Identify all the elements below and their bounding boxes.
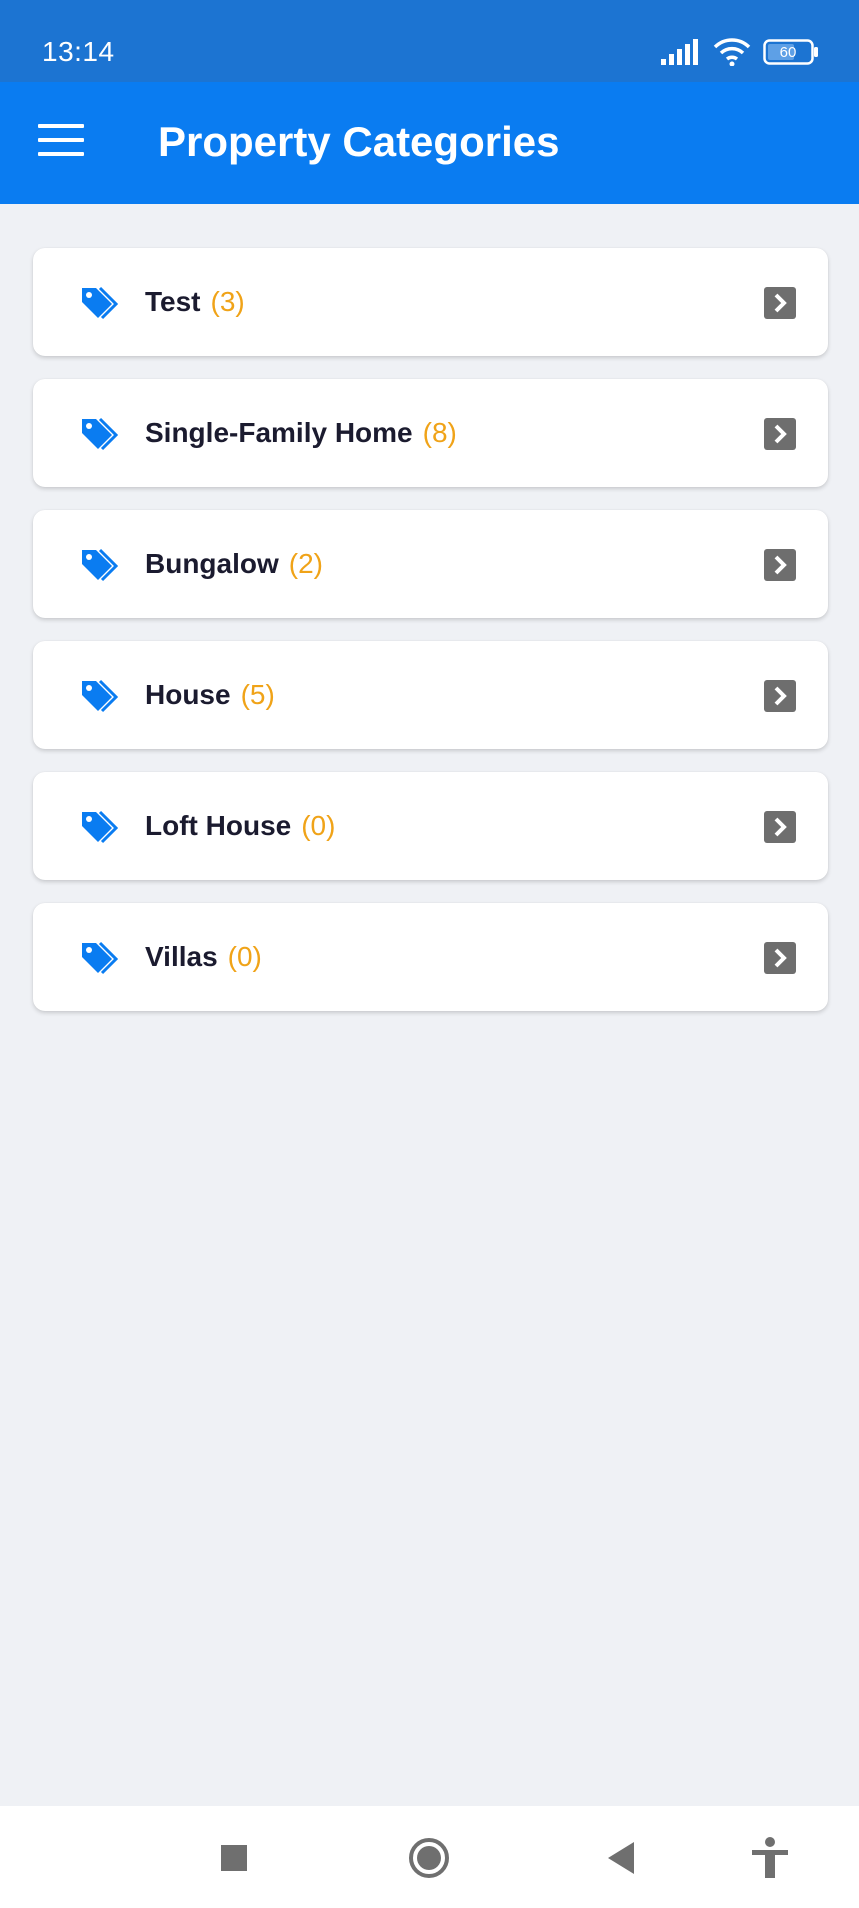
category-item-loft-house[interactable]: Loft House (0) (33, 772, 828, 880)
category-count: (3) (210, 286, 245, 317)
category-label: Test (3) (145, 286, 245, 318)
category-count: (0) (301, 810, 336, 841)
status-bar: 13:14 60 (0, 0, 859, 82)
category-item-house[interactable]: House (5) (33, 641, 828, 749)
category-name: Bungalow (145, 548, 279, 579)
page-title: Property Categories (158, 118, 560, 165)
status-time: 13:14 (42, 36, 115, 67)
category-count: (0) (227, 941, 262, 972)
wifi-icon (713, 38, 751, 66)
status-icons: 60 (661, 37, 819, 67)
category-name: Test (145, 286, 201, 317)
category-name: Single-Family Home (145, 417, 413, 448)
accessibility-icon[interactable] (748, 1836, 792, 1880)
category-item-villas[interactable]: Villas (0) (33, 903, 828, 1011)
battery-level: 60 (780, 44, 797, 61)
category-count: (8) (422, 417, 457, 448)
category-label: Bungalow (2) (145, 548, 323, 580)
category-item-test[interactable]: Test (3) (33, 248, 828, 356)
tag-icon (82, 679, 118, 713)
category-name: House (145, 679, 231, 710)
recents-square-icon[interactable] (212, 1836, 256, 1880)
tag-icon (82, 286, 118, 320)
tag-icon (82, 810, 118, 844)
signal-icon (661, 39, 698, 65)
chevron-right-icon (764, 418, 796, 450)
category-count: (2) (288, 548, 323, 579)
chevron-right-icon (764, 811, 796, 843)
system-nav-bar (0, 1806, 859, 1908)
category-name: Villas (145, 941, 218, 972)
chevron-right-icon (764, 287, 796, 319)
category-name: Loft House (145, 810, 292, 841)
chevron-right-icon (764, 549, 796, 581)
app-bar: Property Categories (0, 82, 859, 204)
category-label: Single-Family Home (8) (145, 417, 457, 449)
category-item-bungalow[interactable]: Bungalow (2) (33, 510, 828, 618)
hamburger-menu-icon[interactable] (38, 124, 84, 160)
tag-icon (82, 548, 118, 582)
tag-icon (82, 941, 118, 975)
category-item-single-family-home[interactable]: Single-Family Home (8) (33, 379, 828, 487)
category-label: House (5) (145, 679, 275, 711)
category-label: Villas (0) (145, 941, 262, 973)
category-list: Test (3) Single-Family Home (8) Bungalow (2… (33, 248, 828, 1034)
category-label: Loft House (0) (145, 810, 335, 842)
battery-icon: 60 (763, 39, 818, 65)
chevron-right-icon (764, 942, 796, 974)
home-circle-icon[interactable] (407, 1836, 451, 1880)
back-triangle-icon[interactable] (600, 1836, 644, 1880)
category-count: (5) (240, 679, 275, 710)
tag-icon (82, 417, 118, 451)
chevron-right-icon (764, 680, 796, 712)
